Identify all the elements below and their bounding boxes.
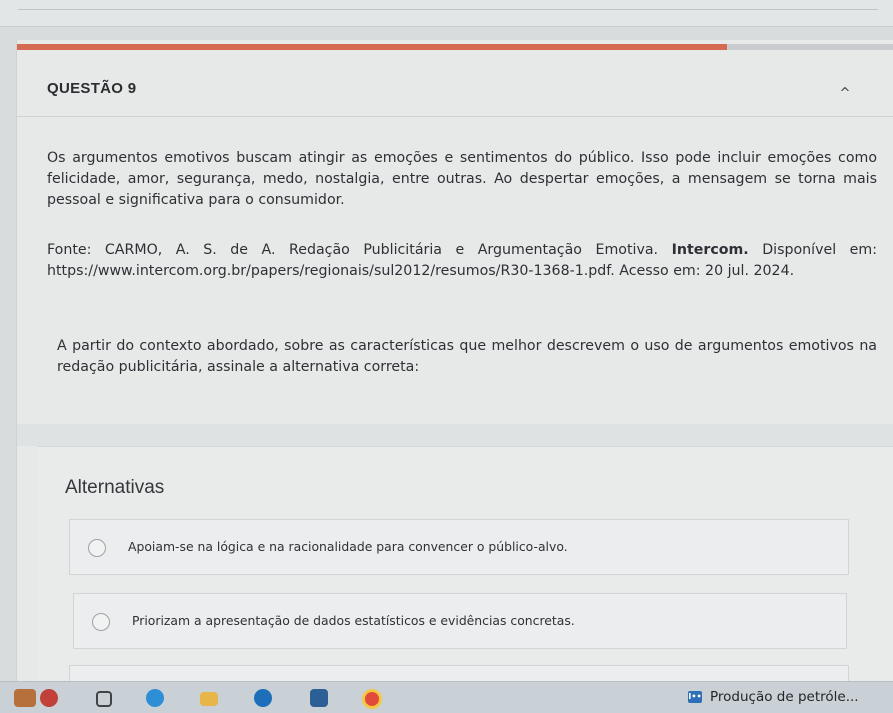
game-icon[interactable] [14,689,36,707]
alternative-label: Priorizam a apresentação de dados estatí… [132,613,575,628]
radio-icon[interactable] [88,539,106,557]
question-card: QUESTÃO 9 ^ Os argumentos emotivos busca… [16,40,893,695]
alternative-label: Apoiam-se na lógica e na racionalidade p… [128,539,568,554]
question-text: Os argumentos emotivos buscam atingir as… [47,150,877,208]
alternative-option[interactable]: Apoiam-se na lógica e na racionalidade p… [69,519,849,575]
question-prompt: A partir do contexto abordado, sobre as … [57,338,877,375]
chevron-up-icon[interactable]: ^ [835,86,855,106]
folder-icon[interactable] [200,692,218,706]
question-header[interactable]: QUESTÃO 9 ^ [17,50,893,117]
question-title: QUESTÃO 9 [47,80,137,97]
source-bold: Intercom. [671,242,749,258]
edge-icon[interactable] [146,689,164,707]
browser-top-strip [0,0,893,27]
taskbar-window-label: Produção de petróle... [710,689,859,705]
section-divider [17,424,893,446]
radio-icon[interactable] [92,613,110,631]
taskbar: I•• Produção de petróle... [0,681,893,713]
game-icon[interactable] [40,689,58,707]
excel-icon: I•• [688,691,702,703]
alternative-option[interactable]: Priorizam a apresentação de dados estatí… [73,593,847,649]
chrome-icon[interactable] [362,689,382,709]
store-icon[interactable] [310,689,328,707]
alternatives-title: Alternativas [65,477,165,498]
snap-icon[interactable] [96,691,112,707]
question-source: Fonte: CARMO, A. S. de A. Redação Public… [47,240,877,282]
edge-icon[interactable] [254,689,272,707]
alternatives-panel: Alternativas Apoiam-se na lógica e na ra… [37,446,893,695]
top-divider [18,9,878,10]
source-prefix: Fonte: CARMO, A. S. de A. Redação Public… [47,242,659,258]
